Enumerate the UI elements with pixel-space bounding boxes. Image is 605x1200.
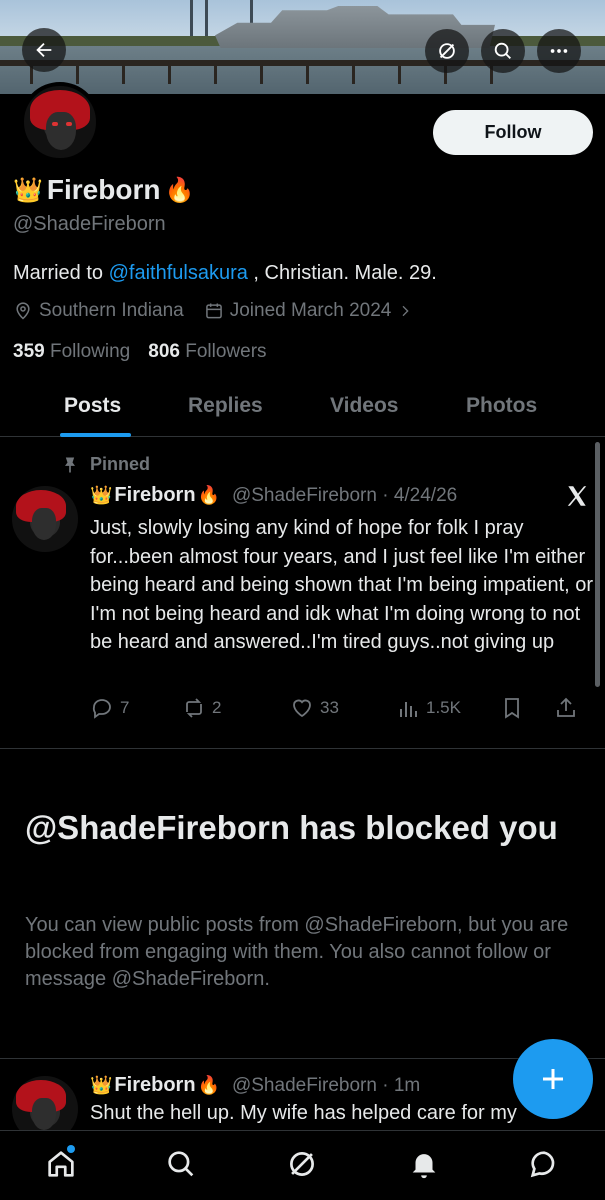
followers-link[interactable]: 806 Followers	[148, 341, 266, 363]
divider	[0, 1058, 605, 1059]
joined-date[interactable]: Joined March 2024	[204, 300, 414, 322]
bookmark-icon	[505, 698, 519, 719]
like-icon	[293, 699, 311, 718]
like-count: 33	[320, 698, 339, 717]
avatar-eye	[66, 122, 72, 126]
views-button[interactable]: 1.5K	[396, 696, 500, 720]
views-icon	[400, 702, 417, 717]
profile-tabs: Posts Replies Videos Photos	[0, 382, 605, 437]
tab-active-indicator	[60, 433, 131, 437]
nav-notifications[interactable]	[407, 1147, 441, 1181]
profile-handle: @ShadeFireborn	[13, 213, 166, 235]
repost-button[interactable]: 2	[182, 696, 290, 720]
avatar-face	[32, 508, 56, 540]
bio-prefix: Married to	[13, 262, 109, 284]
post-text: Shut the hell up. My wife has helped car…	[90, 1102, 517, 1124]
joined-text: Joined March 2024	[229, 300, 392, 321]
blocked-description: You can view public posts from @ShadeFir…	[25, 914, 569, 990]
display-name: Fireborn	[46, 174, 161, 205]
compose-button[interactable]	[513, 1039, 593, 1119]
post-avatar[interactable]	[12, 486, 78, 552]
avatar-face	[32, 1098, 56, 1130]
share-button[interactable]	[554, 696, 578, 720]
post-author-name[interactable]: Fireborn	[114, 484, 195, 507]
tab-videos[interactable]: Videos	[330, 394, 398, 418]
back-arrow-icon	[36, 42, 52, 58]
back-button[interactable]	[22, 28, 66, 72]
repost-count: 2	[212, 698, 222, 717]
profile-bio: Married to @faithfulsakura , Christian. …	[13, 262, 437, 285]
post-handle-time: @ShadeFireborn · 1m	[231, 1074, 421, 1096]
bio-mention-link[interactable]: @faithfulsakura	[109, 262, 248, 284]
tab-replies[interactable]: Replies	[188, 394, 263, 418]
avatar-face	[46, 112, 76, 150]
reply-icon	[92, 699, 111, 719]
crown-icon: 👑	[13, 176, 43, 204]
reply-count: 7	[120, 698, 130, 717]
following-label: Following	[49, 341, 131, 362]
follow-button[interactable]: Follow	[433, 110, 593, 155]
crown-icon: 👑	[90, 1075, 113, 1096]
nav-search[interactable]	[164, 1147, 198, 1181]
profile-meta: Southern Indiana Joined March 2024	[13, 300, 433, 322]
calendar-icon	[205, 303, 222, 319]
profile-name: 👑 Fireborn 🔥	[13, 174, 194, 206]
more-icon	[550, 49, 568, 53]
chevron-right-icon	[402, 305, 409, 317]
post-handle-date: @ShadeFireborn · 4/24/26	[231, 484, 458, 506]
messages-icon	[530, 1151, 555, 1178]
following-link[interactable]: 359 Following	[13, 341, 130, 363]
post-actions: 7 2 33 1.5K	[90, 696, 590, 720]
more-button[interactable]	[537, 29, 581, 73]
nav-grok[interactable]	[285, 1147, 319, 1181]
divider	[0, 748, 605, 749]
followers-count: 806	[148, 341, 180, 362]
followers-label: Followers	[185, 341, 267, 362]
location: Southern Indiana	[13, 300, 184, 322]
tab-photos[interactable]: Photos	[466, 394, 537, 418]
banner-crane	[190, 0, 193, 40]
blocked-title: @ShadeFireborn has blocked you	[25, 809, 558, 846]
notifications-icon	[412, 1154, 436, 1179]
following-count: 359	[13, 341, 45, 362]
profile-stats: 359 Following 806 Followers	[13, 341, 267, 363]
post-author-name[interactable]: Fireborn	[114, 1074, 195, 1097]
bottom-navigation	[0, 1130, 605, 1200]
fire-icon: 🔥	[197, 485, 220, 506]
profile-avatar[interactable]	[20, 82, 100, 162]
pin-icon	[65, 457, 75, 472]
scrollbar[interactable]	[595, 442, 600, 687]
location-icon	[16, 302, 30, 320]
grok-button[interactable]	[425, 29, 469, 73]
tab-posts[interactable]: Posts	[60, 394, 131, 437]
post-header: 👑 Fireborn 🔥 @ShadeFireborn · 4/24/26	[90, 484, 457, 507]
nav-messages[interactable]	[527, 1147, 561, 1181]
share-icon	[557, 697, 575, 717]
grok-icon	[290, 1152, 314, 1176]
banner-crane	[205, 0, 208, 40]
plus-icon	[543, 1069, 563, 1089]
x-logo-icon	[567, 486, 587, 506]
bio-suffix: , Christian. Male. 29.	[247, 262, 437, 284]
bookmark-button[interactable]	[500, 696, 554, 720]
fire-icon: 🔥	[197, 1075, 220, 1096]
search-icon	[168, 1151, 194, 1177]
reply-button[interactable]: 7	[90, 696, 182, 720]
repost-icon	[186, 698, 202, 718]
post-text: Just, slowly losing any kind of hope for…	[90, 517, 594, 653]
search-button[interactable]	[481, 29, 525, 73]
like-button[interactable]: 33	[290, 696, 396, 720]
avatar-eye	[52, 122, 58, 126]
fire-icon: 🔥	[164, 176, 195, 204]
location-text: Southern Indiana	[39, 300, 184, 321]
unread-dot	[67, 1145, 75, 1153]
views-count: 1.5K	[426, 698, 461, 717]
pinned-indicator: Pinned	[60, 454, 150, 475]
crown-icon: 👑	[90, 485, 113, 506]
post-header: 👑 Fireborn 🔥 @ShadeFireborn · 1m	[90, 1074, 420, 1097]
pinned-label: Pinned	[90, 454, 151, 474]
grok-icon	[439, 43, 455, 59]
search-icon	[494, 42, 511, 59]
tab-posts-label: Posts	[64, 394, 122, 417]
